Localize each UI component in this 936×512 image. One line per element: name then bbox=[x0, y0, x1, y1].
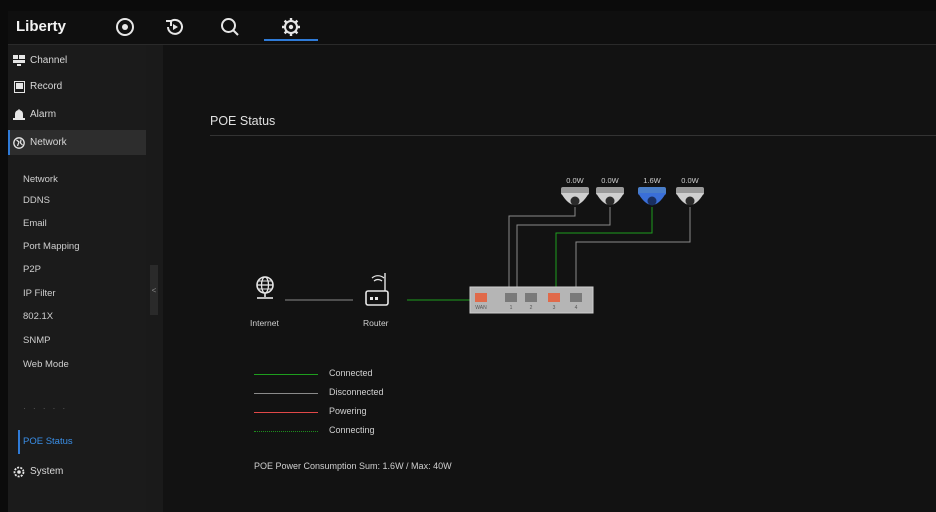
menu-channel[interactable]: Channel bbox=[8, 48, 146, 73]
camera-2-watt: 0.0W bbox=[601, 176, 619, 185]
record-icon bbox=[13, 80, 25, 93]
submenu-p2p[interactable]: P2P bbox=[23, 264, 41, 275]
submenu-ddns[interactable]: DDNS bbox=[23, 195, 50, 206]
camera-1-watt: 0.0W bbox=[566, 176, 584, 185]
menu-system[interactable]: System bbox=[8, 459, 146, 484]
menu-record-label: Record bbox=[30, 81, 63, 92]
camera-3-watt: 1.6W bbox=[643, 176, 661, 185]
poe-power-summary: POE Power Consumption Sum: 1.6W / Max: 4… bbox=[254, 461, 452, 471]
channel-icon bbox=[13, 55, 25, 67]
camera-4-watt: 0.0W bbox=[681, 176, 699, 185]
camera-1-icon bbox=[561, 187, 589, 206]
playback-icon[interactable] bbox=[160, 13, 190, 41]
legend-powering-line bbox=[254, 412, 318, 413]
svg-text:4: 4 bbox=[575, 305, 578, 311]
legend-connecting: Connecting bbox=[329, 425, 375, 435]
app-window: Liberty Channel Record Alarm Network Net… bbox=[8, 11, 936, 512]
submenu-ip-filter[interactable]: IP Filter bbox=[23, 288, 56, 299]
sidebar: Channel Record Alarm Network Network DDN… bbox=[8, 45, 146, 512]
top-bar: Liberty bbox=[8, 11, 936, 45]
legend-disconnected: Disconnected bbox=[329, 387, 384, 397]
system-icon bbox=[13, 466, 25, 478]
menu-record[interactable]: Record bbox=[8, 74, 146, 99]
submenu-web-mode[interactable]: Web Mode bbox=[23, 359, 69, 370]
submenu-port-mapping[interactable]: Port Mapping bbox=[23, 241, 80, 252]
active-nav-indicator bbox=[264, 39, 318, 41]
camera-4-icon bbox=[676, 187, 704, 206]
submenu-network[interactable]: Network bbox=[23, 174, 58, 185]
internet-globe-icon bbox=[256, 276, 274, 299]
brand-logo: Liberty bbox=[16, 18, 67, 35]
router-icon bbox=[365, 273, 389, 306]
network-icon bbox=[13, 136, 25, 149]
legend-powering: Powering bbox=[329, 406, 367, 416]
alarm-icon bbox=[13, 108, 25, 121]
camera-3-icon bbox=[638, 187, 666, 206]
menu-system-label: System bbox=[30, 466, 64, 477]
main-content: POE Status WAN 1 2 3 4 0.0W 0.0W 1.6W 0.… bbox=[163, 45, 936, 512]
submenu-8021x[interactable]: 802.1X bbox=[23, 311, 53, 322]
camera-2-icon bbox=[596, 187, 624, 206]
router-label: Router bbox=[363, 318, 389, 328]
menu-network[interactable]: Network bbox=[8, 130, 146, 155]
menu-channel-label: Channel bbox=[30, 55, 68, 66]
search-icon[interactable] bbox=[215, 13, 245, 41]
poe-topology-diagram: WAN 1 2 3 4 bbox=[256, 187, 704, 314]
submenu-poe-status[interactable]: POE Status bbox=[23, 436, 73, 447]
submenu-hidden-item: · · · · · bbox=[23, 403, 68, 414]
legend-connected: Connected bbox=[329, 368, 373, 378]
submenu-email[interactable]: Email bbox=[23, 218, 47, 229]
menu-alarm[interactable]: Alarm bbox=[8, 102, 146, 127]
poe-switch: WAN 1 2 3 4 bbox=[469, 286, 594, 314]
svg-text:3: 3 bbox=[553, 305, 556, 311]
legend-connecting-line bbox=[254, 431, 318, 432]
live-view-icon[interactable] bbox=[110, 13, 140, 41]
legend-connected-line bbox=[254, 374, 318, 375]
internet-label: Internet bbox=[250, 318, 279, 328]
menu-network-label: Network bbox=[30, 137, 67, 148]
svg-text:2: 2 bbox=[530, 305, 533, 311]
submenu-snmp[interactable]: SNMP bbox=[23, 335, 50, 346]
submenu-selected-marker bbox=[18, 430, 20, 454]
svg-text:1: 1 bbox=[510, 305, 513, 311]
sidebar-collapse-handle[interactable]: < bbox=[150, 265, 158, 315]
settings-icon[interactable] bbox=[276, 13, 306, 41]
legend-disconnected-line bbox=[254, 393, 318, 394]
menu-alarm-label: Alarm bbox=[30, 109, 57, 120]
svg-text:WAN: WAN bbox=[475, 305, 487, 311]
